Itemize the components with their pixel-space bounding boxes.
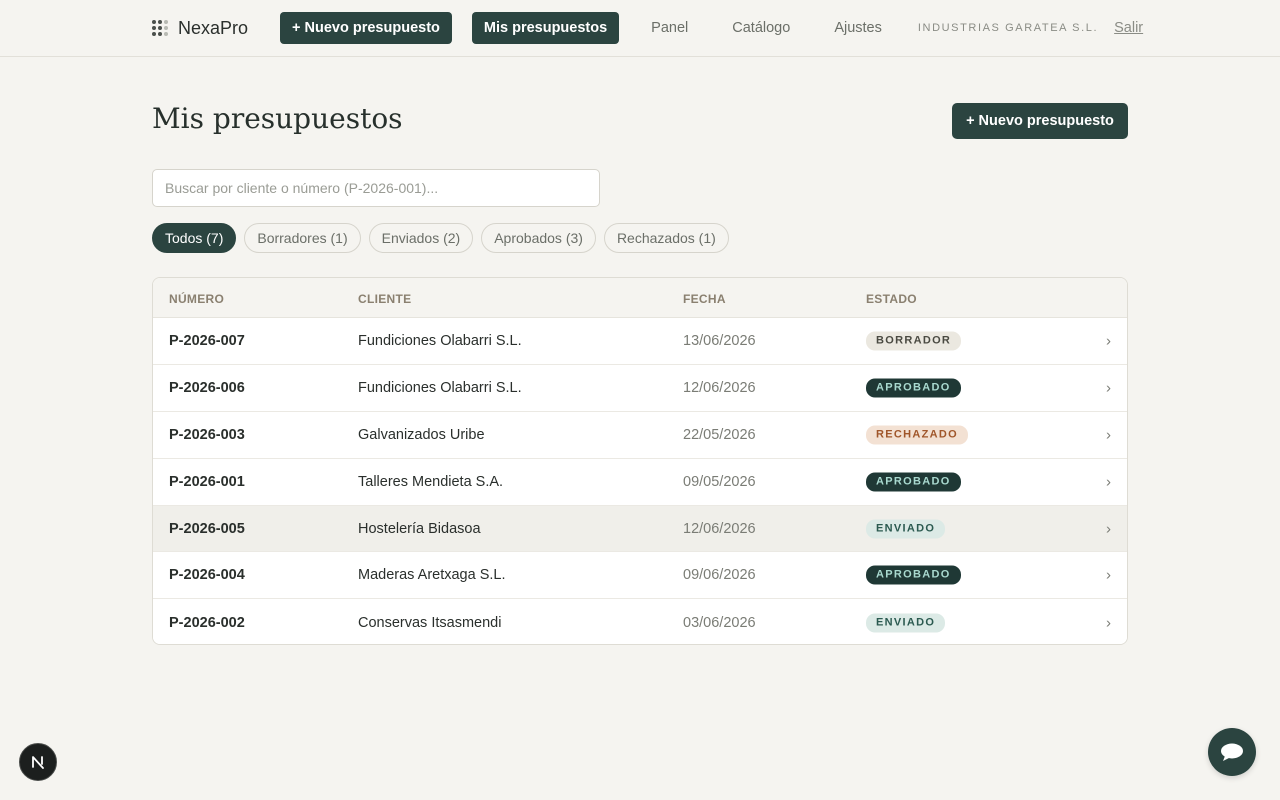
status-badge: APROBADO [866,378,961,398]
quote-number: P-2026-001 [169,473,245,490]
quote-number: P-2026-005 [169,520,245,537]
n-logo-icon[interactable] [19,743,57,781]
quote-date: 13/06/2026 [683,332,756,349]
company-name: INDUSTRIAS GARATEA S.L. [917,22,1099,34]
top-nav-inner: NexaPro + Nuevo presupuesto Mis presupue… [152,12,1143,44]
n-logo-glyph [32,756,44,769]
table-row[interactable]: P-2026-005 Hostelería Bidasoa 12/06/2026 EN… [153,505,1127,553]
client-name: Conservas Itsasmendi [358,614,502,631]
logout-link[interactable]: Salir [1114,20,1143,36]
quote-date: 09/05/2026 [683,473,756,490]
client-name: Talleres Mendieta S.A. [358,473,504,490]
status-cell: RECHAZADO [866,425,968,445]
quote-number: P-2026-003 [169,426,245,443]
nav-my-quotes[interactable]: Mis presupuestos [471,12,620,44]
nav-new-quote-button[interactable]: + Nuevo presupuesto [280,12,452,44]
table-body: P-2026-007 Fundiciones Olabarri S.L. 13/06… [153,318,1127,644]
search-input[interactable] [152,169,600,207]
status-badge: ENVIADO [866,613,946,633]
filter-sent[interactable]: Enviados (2) [368,223,474,253]
header-number[interactable]: NÚMERO [169,292,224,306]
nav-panel[interactable]: Panel [651,20,688,36]
client-name: Fundiciones Olabarri S.L. [358,332,522,349]
quote-date: 03/06/2026 [683,614,756,631]
chevron-right-icon[interactable]: › [1106,473,1111,490]
chevron-right-icon[interactable]: › [1106,520,1111,537]
quote-date: 22/05/2026 [683,426,756,443]
header-date[interactable]: FECHA [683,292,726,306]
status-cell: ENVIADO [866,519,946,538]
quote-date: 12/06/2026 [683,520,756,537]
quote-date: 09/06/2026 [683,567,756,584]
client-name: Hostelería Bidasoa [358,520,481,537]
status-cell: BORRADOR [866,331,962,351]
top-nav: NexaPro + Nuevo presupuesto Mis presupue… [0,0,1280,57]
page-title: Mis presupuestos [152,102,403,135]
table-row[interactable]: P-2026-007 Fundiciones Olabarri S.L. 13/06… [153,318,1127,365]
brand-name: NexaPro [178,17,249,38]
table-row[interactable]: P-2026-003 Galvanizados Uribe 22/05/2026 RE… [153,411,1127,459]
status-badge: APROBADO [866,472,961,492]
quote-number: P-2026-004 [169,567,245,584]
chevron-right-icon[interactable]: › [1106,379,1111,396]
status-badge: APROBADO [866,565,961,585]
chevron-right-icon[interactable]: › [1106,332,1111,349]
nav-catalog[interactable]: Catálogo [732,20,790,36]
chevron-right-icon[interactable]: › [1106,614,1111,631]
header-status[interactable]: ESTADO [866,292,917,306]
client-name: Maderas Aretxaga S.L. [358,567,506,584]
filter-drafts[interactable]: Borradores (1) [244,223,361,253]
brand[interactable]: NexaPro [152,18,248,39]
table-row[interactable]: P-2026-001 Talleres Mendieta S.A. 09/05/20… [153,458,1127,506]
filter-approved[interactable]: Aprobados (3) [481,223,596,253]
table-row[interactable]: P-2026-002 Conservas Itsasmendi 03/06/2026… [153,599,1127,644]
status-badge: BORRADOR [866,331,962,351]
status-cell: ENVIADO [866,613,946,633]
table-row[interactable]: P-2026-004 Maderas Aretxaga S.L. 09/06/202… [153,552,1127,600]
quote-number: P-2026-002 [169,614,245,631]
status-filters: Todos (7) Borradores (1) Enviados (2) Ap… [152,223,729,253]
header-client[interactable]: CLIENTE [358,292,411,306]
filter-all[interactable]: Todos (7) [152,223,237,253]
grid-dots-icon [152,20,168,36]
new-quote-button[interactable]: + Nuevo presupuesto [952,103,1128,139]
status-badge: RECHAZADO [866,425,968,445]
status-cell: APROBADO [866,565,961,585]
quote-date: 12/06/2026 [683,379,756,396]
quote-number: P-2026-007 [169,332,245,349]
filter-rejected[interactable]: Rechazados (1) [603,223,729,253]
quote-number: P-2026-006 [169,379,245,396]
table-header: NÚMERO CLIENTE FECHA ESTADO [153,278,1127,318]
status-badge: ENVIADO [866,519,946,538]
client-name: Galvanizados Uribe [358,426,485,443]
chevron-right-icon[interactable]: › [1106,567,1111,584]
nav-settings[interactable]: Ajustes [834,20,882,36]
chat-button[interactable] [1208,728,1256,776]
chevron-right-icon[interactable]: › [1106,426,1111,443]
table-row[interactable]: P-2026-006 Fundiciones Olabarri S.L. 12/06… [153,364,1127,412]
quotes-table: NÚMERO CLIENTE FECHA ESTADO P-2026-007 Fu… [152,277,1128,645]
status-cell: APROBADO [866,472,961,492]
chat-bubble-icon [1221,743,1243,761]
client-name: Fundiciones Olabarri S.L. [358,379,522,396]
status-cell: APROBADO [866,378,961,398]
